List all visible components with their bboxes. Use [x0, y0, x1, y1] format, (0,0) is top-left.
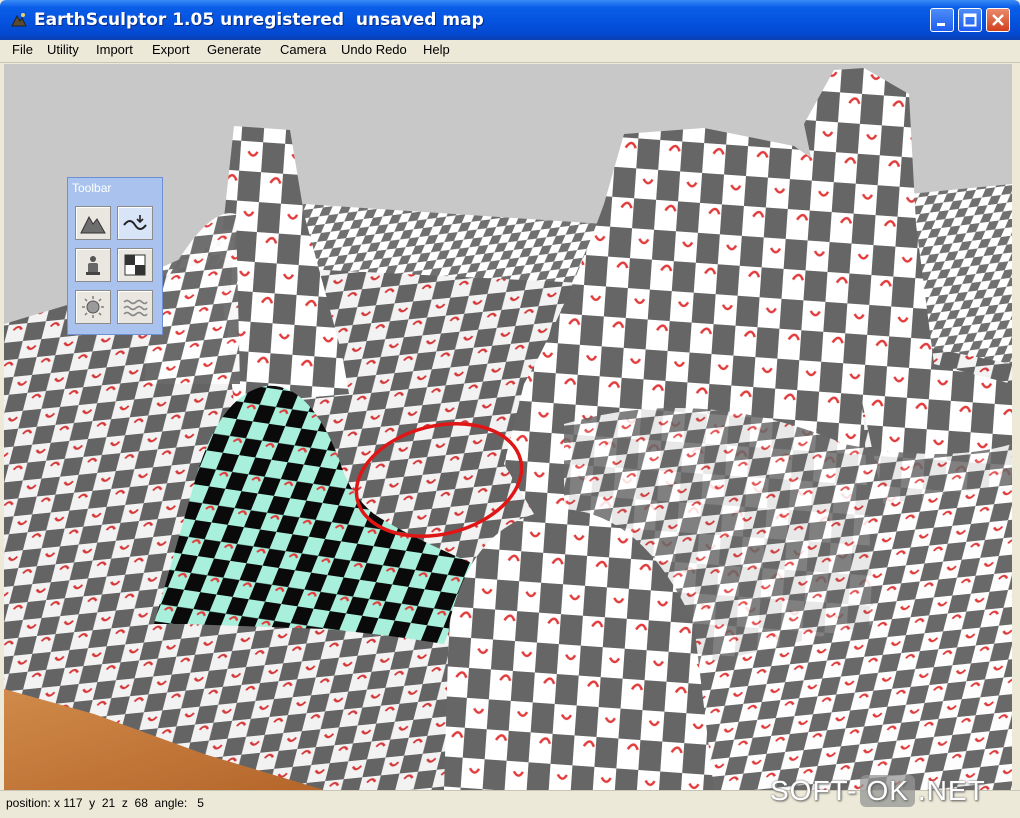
close-button[interactable] [986, 8, 1010, 32]
watermark-right: .NET [917, 775, 986, 806]
menu-bar: File Utility Import Export Generate Came… [0, 40, 1020, 63]
tool-lighting[interactable] [75, 290, 111, 324]
tool-texture[interactable] [117, 248, 153, 282]
toolbar-title: Toolbar [72, 181, 112, 195]
viewport-edge [1012, 64, 1020, 790]
menu-generate[interactable]: Generate [207, 42, 261, 57]
sun-icon [82, 296, 104, 318]
checker-texture-icon [124, 254, 146, 276]
menu-undo-redo[interactable]: Undo Redo [341, 42, 407, 57]
menu-help[interactable]: Help [423, 42, 450, 57]
terrain-viewport[interactable] [4, 64, 1012, 790]
earthsculptor-app-icon [11, 13, 27, 27]
close-icon [992, 14, 1004, 26]
floating-toolbar[interactable]: Toolbar [67, 177, 163, 335]
tool-water[interactable] [117, 290, 153, 324]
menu-camera[interactable]: Camera [280, 42, 326, 57]
maximize-icon [963, 13, 977, 27]
tool-smooth-terrain[interactable] [117, 206, 153, 240]
menu-file[interactable]: File [12, 42, 33, 57]
watermark: SOFT- OK .NET [770, 775, 986, 807]
smooth-terrain-icon [123, 215, 147, 230]
menu-export[interactable]: Export [152, 42, 190, 57]
paint-figure-icon [86, 256, 100, 275]
menu-utility[interactable]: Utility [47, 42, 79, 57]
tool-raise-terrain[interactable] [75, 206, 111, 240]
watermark-left: SOFT- [770, 775, 858, 806]
mountain-icon [80, 215, 106, 234]
title-bar[interactable]: EarthSculptor 1.05 unregistered unsaved … [0, 0, 1020, 40]
watermark-ok: OK [860, 775, 915, 807]
status-position-readout: position: x 117 y 21 z 68 angle: 5 [6, 796, 204, 810]
minimize-icon [937, 23, 945, 26]
minimize-button[interactable] [930, 8, 954, 32]
tool-paint-figure[interactable] [75, 248, 111, 282]
menu-import[interactable]: Import [96, 42, 133, 57]
maximize-button[interactable] [958, 8, 982, 32]
app-window: EarthSculptor 1.05 unregistered unsaved … [0, 0, 1020, 818]
water-icon [123, 299, 148, 317]
window-title: EarthSculptor 1.05 unregistered unsaved … [34, 10, 484, 30]
